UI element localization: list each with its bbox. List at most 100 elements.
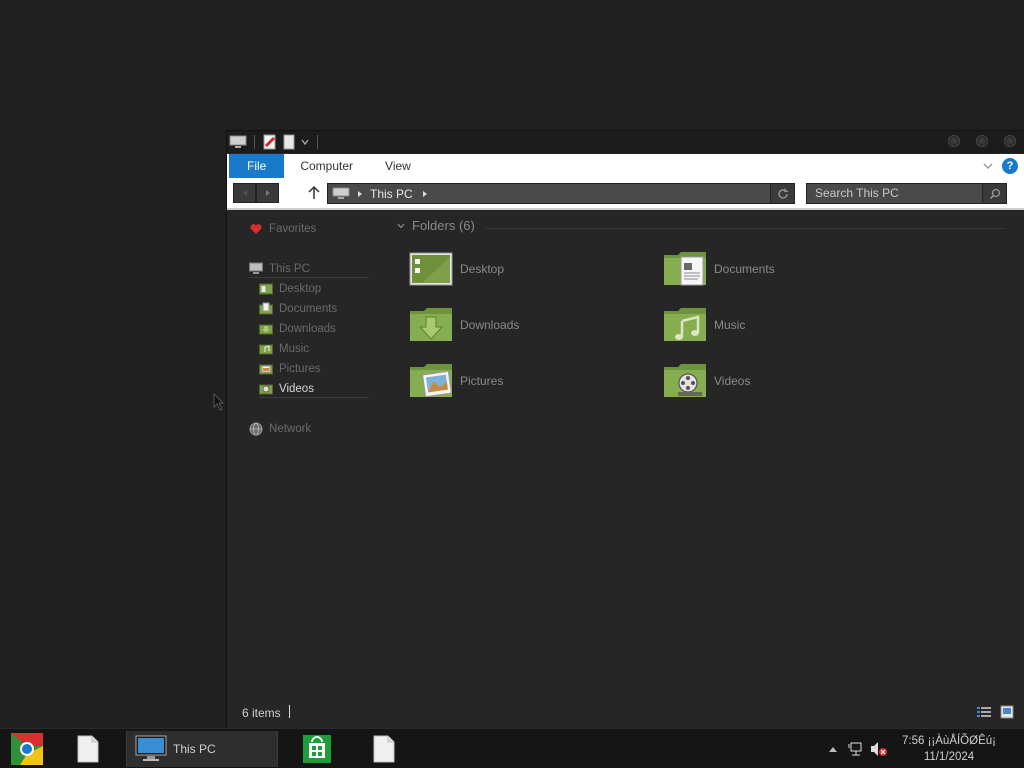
mouse-cursor-icon bbox=[213, 392, 225, 411]
folder-tile-documents[interactable]: Documents bbox=[662, 247, 775, 291]
tab-computer[interactable]: Computer bbox=[284, 154, 369, 178]
navigation-bar: This PC Search This PC bbox=[227, 178, 1024, 210]
folder-label: Downloads bbox=[460, 318, 520, 332]
close-button[interactable] bbox=[1004, 135, 1016, 147]
up-arrow-icon[interactable] bbox=[307, 185, 321, 201]
taskbar-chrome[interactable] bbox=[6, 731, 48, 767]
nav-label-music: Music bbox=[279, 343, 310, 355]
nav-label-network: Network bbox=[269, 423, 312, 435]
nav-label-pictures: Pictures bbox=[279, 363, 321, 375]
folder-label: Music bbox=[714, 318, 746, 332]
refresh-button[interactable] bbox=[770, 184, 794, 203]
toolbar-separator bbox=[317, 135, 318, 149]
group-divider bbox=[485, 228, 1005, 229]
forward-button[interactable] bbox=[256, 183, 279, 203]
chrome-icon bbox=[11, 733, 43, 765]
breadcrumb-this-pc[interactable]: This PC bbox=[370, 187, 413, 201]
nav-item-downloads[interactable]: Downloads bbox=[259, 320, 336, 338]
taskbar-file-blank-2[interactable] bbox=[362, 731, 406, 767]
nav-item-this-pc[interactable]: This PC bbox=[249, 260, 369, 278]
nav-label-this-pc: This PC bbox=[269, 262, 310, 275]
breadcrumb-arrow-icon[interactable] bbox=[421, 190, 429, 198]
folder-tile-videos[interactable]: Videos bbox=[662, 359, 750, 403]
refresh-icon bbox=[777, 188, 788, 199]
large-icons-view-icon[interactable] bbox=[1000, 705, 1014, 719]
nav-item-favorites[interactable]: Favorites bbox=[249, 220, 316, 238]
show-hidden-icons-icon[interactable] bbox=[828, 745, 838, 753]
folder-tile-music[interactable]: Music bbox=[662, 303, 745, 347]
this-pc-icon bbox=[332, 187, 350, 199]
forward-arrow-icon bbox=[265, 190, 270, 196]
properties-icon[interactable] bbox=[262, 134, 278, 150]
volume-muted-icon[interactable] bbox=[870, 741, 888, 757]
nav-label-downloads: Downloads bbox=[279, 323, 336, 335]
folders-group-header[interactable]: Folders (6) bbox=[396, 218, 475, 233]
folder-tile-desktop[interactable]: Desktop bbox=[408, 247, 504, 291]
history-buttons bbox=[233, 183, 279, 203]
breadcrumb-arrow-icon[interactable] bbox=[356, 190, 364, 198]
maximize-button[interactable] bbox=[976, 135, 988, 147]
search-input[interactable]: Search This PC bbox=[806, 183, 1007, 204]
folder-tile-pictures[interactable]: Pictures bbox=[408, 359, 503, 403]
music-folder-icon bbox=[259, 344, 273, 355]
toolbar-separator bbox=[254, 135, 255, 149]
nav-label-desktop: Desktop bbox=[279, 283, 322, 295]
nav-item-videos[interactable]: Videos bbox=[259, 380, 369, 398]
taskbar-this-pc-label: This PC bbox=[173, 742, 216, 756]
nav-item-music[interactable]: Music bbox=[259, 340, 309, 358]
videos-folder-icon bbox=[664, 364, 706, 397]
status-bar: 6 items bbox=[227, 698, 1024, 728]
new-folder-icon[interactable] bbox=[282, 134, 296, 150]
heart-icon bbox=[250, 224, 262, 234]
blank-file-icon bbox=[77, 735, 99, 763]
clock-date: 11/1/2024 bbox=[923, 751, 975, 763]
this-pc-icon bbox=[249, 262, 263, 274]
details-view-icon[interactable] bbox=[976, 705, 992, 719]
ribbon-tabs: File Computer View ? bbox=[227, 154, 1024, 178]
folder-tile-downloads[interactable]: Downloads bbox=[408, 303, 519, 347]
desktop-folder-icon bbox=[409, 252, 453, 286]
folder-label: Videos bbox=[714, 374, 751, 388]
taskbar-store[interactable] bbox=[296, 731, 338, 767]
tab-file[interactable]: File bbox=[229, 154, 285, 178]
title-bar bbox=[227, 131, 1024, 153]
pictures-folder-icon bbox=[410, 364, 452, 398]
network-globe-icon bbox=[249, 422, 263, 436]
folder-label: Documents bbox=[714, 262, 775, 276]
back-button[interactable] bbox=[233, 183, 256, 203]
help-button[interactable]: ? bbox=[1002, 158, 1018, 174]
music-folder-icon bbox=[664, 308, 706, 341]
collapse-chevron-icon bbox=[397, 223, 405, 228]
status-divider bbox=[289, 705, 290, 718]
taskbar: This PC 7:56 ¡¡ÀùÅÍÕØÊú¡ 11/1/2024 bbox=[0, 728, 1024, 768]
monitor-icon bbox=[135, 735, 167, 761]
file-explorer-window: File Computer View ? This PC Search This… bbox=[226, 130, 1024, 728]
ribbon-right: ? bbox=[982, 158, 1018, 174]
search-button[interactable] bbox=[982, 184, 1006, 203]
view-toggle-group bbox=[976, 705, 1014, 719]
taskbar-file-blank[interactable] bbox=[66, 731, 110, 767]
minimize-button[interactable] bbox=[948, 135, 960, 147]
expand-ribbon-chevron-icon[interactable] bbox=[982, 161, 994, 171]
folders-group-title: Folders (6) bbox=[412, 218, 475, 233]
taskbar-this-pc[interactable]: This PC bbox=[126, 731, 278, 767]
computer-icon bbox=[229, 135, 247, 148]
address-bar[interactable]: This PC bbox=[327, 183, 795, 204]
tab-view[interactable]: View bbox=[369, 154, 427, 178]
documents-folder-icon bbox=[259, 302, 273, 315]
search-icon bbox=[989, 188, 1000, 199]
content-area: Folders (6) Desktop Documents Downloads … bbox=[392, 216, 1022, 696]
quick-access-toolbar bbox=[229, 134, 321, 150]
nav-item-pictures[interactable]: Pictures bbox=[259, 360, 321, 378]
clock-time: 7:56 ¡¡ÀùÅÍÕØÊú¡ bbox=[902, 735, 996, 747]
customize-toolbar-chevron-icon[interactable] bbox=[300, 137, 310, 147]
clock[interactable]: 7:56 ¡¡ÀùÅÍÕØÊú¡ 11/1/2024 bbox=[894, 733, 1004, 765]
nav-label-documents: Documents bbox=[279, 303, 338, 315]
store-icon bbox=[303, 735, 331, 763]
nav-label-favorites: Favorites bbox=[269, 223, 317, 235]
nav-item-documents[interactable]: Documents bbox=[259, 300, 337, 318]
window-controls bbox=[948, 135, 1016, 147]
network-icon[interactable] bbox=[848, 741, 864, 757]
nav-item-desktop[interactable]: Desktop bbox=[259, 280, 321, 298]
nav-item-network[interactable]: Network bbox=[249, 420, 311, 438]
